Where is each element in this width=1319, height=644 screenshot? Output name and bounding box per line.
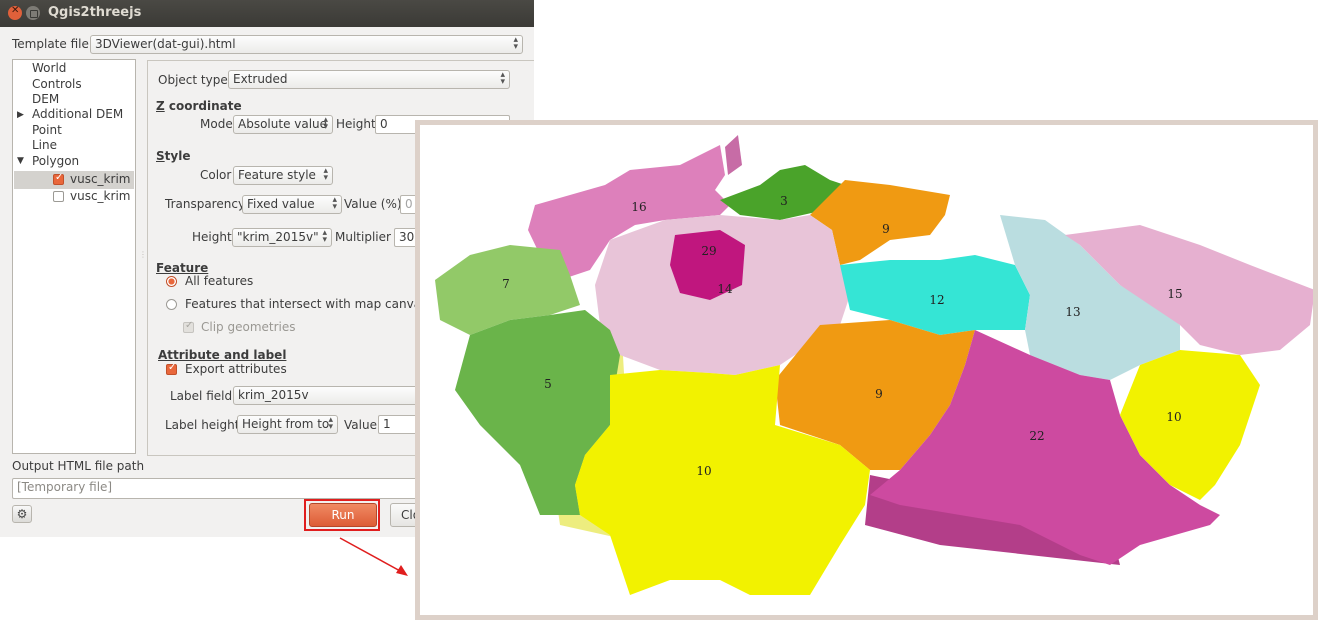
- tree-item-point[interactable]: Point: [32, 123, 62, 138]
- layer-checkbox-unchecked[interactable]: [53, 191, 64, 202]
- label-field-value: krim_2015v: [238, 388, 309, 402]
- multiplier-label: Multiplier: [335, 230, 391, 244]
- color-select[interactable]: Feature style ▴ ▾: [233, 166, 333, 185]
- tree-item-world[interactable]: World: [32, 61, 66, 76]
- height-attr-label: Height: [192, 230, 232, 244]
- mode-label: Mode: [200, 117, 233, 131]
- map-label-10a: 10: [696, 464, 711, 478]
- style-heading: Style: [156, 149, 191, 163]
- all-features-label: All features: [185, 274, 254, 288]
- tree-item-line[interactable]: Line: [32, 138, 57, 153]
- template-file-select[interactable]: 3DViewer(dat-gui).html ▴ ▾: [90, 35, 523, 54]
- annotation-arrow-icon: [339, 537, 408, 576]
- label-height-value: Height from to: [242, 417, 330, 431]
- clip-geometries-label: Clip geometries: [201, 320, 296, 334]
- 3d-viewer-screenshot: 16 3 9 29 14 7 12 13 15 5 9 10 22 10: [415, 120, 1318, 620]
- splitter-handle[interactable]: ⋮: [139, 250, 147, 259]
- object-type-label: Object type: [158, 73, 228, 87]
- template-file-label: Template file: [12, 37, 89, 51]
- triangle-right-icon[interactable]: ▶: [17, 108, 24, 123]
- chevron-updown-icon: ▴ ▾: [332, 195, 337, 212]
- object-type-select[interactable]: Extruded ▴ ▾: [228, 70, 510, 89]
- transparency-select[interactable]: Fixed value ▴ ▾: [242, 195, 342, 214]
- tree-layer-vusc-krim-1[interactable]: vusc_krim: [70, 172, 130, 187]
- map-label-10b: 10: [1166, 410, 1181, 424]
- map-label-15: 15: [1167, 287, 1182, 301]
- object-type-value: Extruded: [233, 72, 288, 86]
- close-icon[interactable]: [8, 5, 22, 20]
- label-height-label: Label height: [165, 418, 240, 432]
- map-label-12: 12: [929, 293, 944, 307]
- tree-item-polygon[interactable]: Polygon: [32, 154, 79, 169]
- tree-item-controls[interactable]: Controls: [32, 77, 82, 92]
- export-attributes-checkbox[interactable]: [166, 362, 177, 375]
- height-attr-select[interactable]: "krim_2015v" ▴ ▾: [232, 228, 332, 247]
- title-bar: Qgis2threejs: [0, 0, 534, 27]
- chevron-updown-icon: ▴ ▾: [513, 35, 518, 52]
- template-file-value: 3DViewer(dat-gui).html: [95, 37, 236, 51]
- chevron-updown-icon: ▴ ▾: [328, 415, 333, 432]
- intersect-features-radio[interactable]: [166, 299, 177, 310]
- intersect-features-label: Features that intersect with map canvas …: [185, 297, 446, 311]
- color-value: Feature style: [238, 168, 316, 182]
- tree-layer-vusc-krim-2[interactable]: vusc_krim: [70, 189, 130, 204]
- window-title: Qgis2threejs: [48, 5, 142, 20]
- transparency-label: Transparency: [165, 197, 246, 211]
- output-path-label: Output HTML file path: [12, 459, 145, 473]
- layer-tree: World Controls DEM ▶ Additional DEM Poin…: [12, 59, 136, 454]
- mode-value: Absolute value: [238, 117, 328, 131]
- map-label-7: 7: [502, 277, 510, 291]
- feature-heading: Feature: [156, 261, 209, 275]
- run-button-highlight-box: [304, 499, 380, 531]
- region-16-side: [725, 135, 742, 175]
- settings-button[interactable]: ⚙: [12, 505, 32, 523]
- label-field-select[interactable]: krim_2015v: [233, 386, 433, 405]
- clip-geometries-checkbox[interactable]: [183, 320, 194, 333]
- triangle-down-icon[interactable]: ▼: [17, 154, 24, 169]
- extruded-map: 16 3 9 29 14 7 12 13 15 5 9 10 22 10: [435, 135, 1313, 595]
- height-attr-value: "krim_2015v": [237, 230, 319, 244]
- mode-select[interactable]: Absolute value ▴ ▾: [233, 115, 333, 134]
- map-label-3: 3: [780, 194, 788, 208]
- export-attributes-label: Export attributes: [185, 362, 287, 376]
- all-features-radio[interactable]: [166, 276, 177, 287]
- chevron-updown-icon: ▴ ▾: [322, 228, 327, 245]
- transparency-value: Fixed value: [247, 197, 315, 211]
- map-label-22: 22: [1029, 429, 1044, 443]
- tree-item-dem[interactable]: DEM: [32, 92, 59, 107]
- gear-icon: ⚙: [16, 507, 28, 521]
- attribute-label-heading: Attribute and label: [158, 348, 287, 362]
- color-label: Color: [200, 168, 232, 182]
- label-height-select[interactable]: Height from to ▴ ▾: [237, 415, 338, 434]
- map-label-16: 16: [631, 200, 646, 214]
- chevron-updown-icon: ▴ ▾: [323, 166, 328, 183]
- map-label-9a: 9: [882, 222, 890, 236]
- minimize-icon[interactable]: [26, 6, 40, 20]
- map-label-29: 29: [701, 244, 716, 258]
- chevron-updown-icon: ▴ ▾: [323, 115, 328, 132]
- map-label-14: 14: [717, 282, 733, 296]
- map-label-9b: 9: [875, 387, 883, 401]
- map-label-5: 5: [544, 377, 552, 391]
- z-coordinate-heading: Z coordinate: [156, 99, 242, 113]
- map-label-13: 13: [1065, 305, 1080, 319]
- value-percent-label: Value (%): [344, 197, 402, 211]
- layer-checkbox-checked[interactable]: [53, 172, 64, 185]
- label-field-label: Label field: [170, 389, 233, 403]
- height-label: Height: [336, 117, 376, 131]
- value-label: Value: [344, 418, 377, 432]
- chevron-updown-icon: ▴ ▾: [500, 70, 505, 87]
- tree-item-additional-dem[interactable]: Additional DEM: [32, 107, 123, 122]
